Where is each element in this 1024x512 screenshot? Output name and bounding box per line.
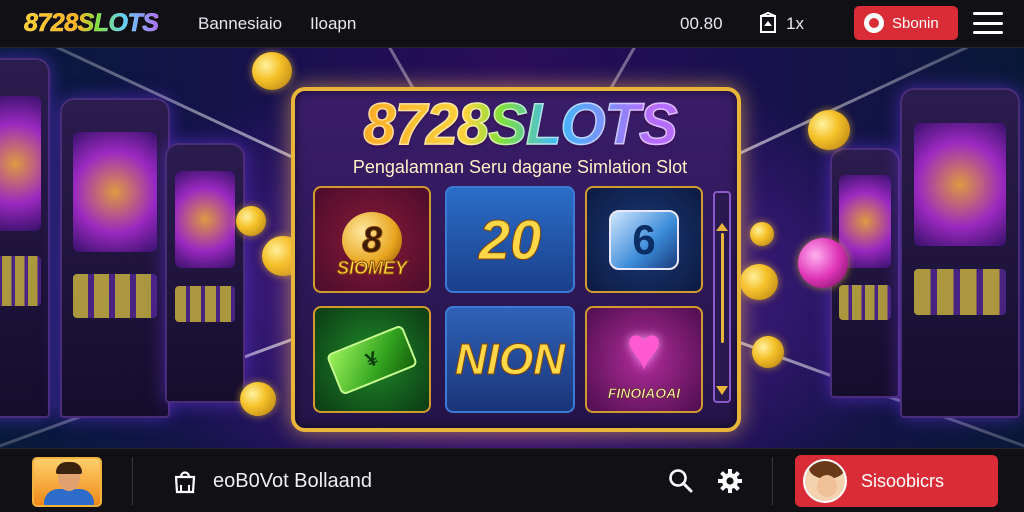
hamburger-menu-icon[interactable] xyxy=(973,12,1003,34)
top-action-label: Sbonin xyxy=(892,14,939,32)
panel-scrollbar[interactable] xyxy=(713,191,731,403)
panel-subtitle: Pengalamnan Seru dagane Simlation Slot xyxy=(352,157,688,177)
profile-avatar xyxy=(803,459,847,503)
gold-coin xyxy=(752,336,784,368)
tile-label: 20 xyxy=(478,208,542,272)
nav-link-1[interactable]: Bannesiaio xyxy=(198,14,282,34)
gear-icon[interactable] xyxy=(716,467,744,495)
gold-coin xyxy=(808,110,850,150)
gold-coin xyxy=(750,222,774,246)
heart-icon: ♥ xyxy=(626,314,662,382)
gold-coin xyxy=(236,206,266,236)
tile-label: ¥ xyxy=(325,323,419,396)
game-tile-heart[interactable]: ♥ FINOIAOAI xyxy=(585,306,703,413)
wallet-count: 1x xyxy=(786,14,804,33)
bottom-bar: eoB0Vot Bollaand Sisoobicrs xyxy=(0,448,1024,512)
shopping-bag-icon[interactable] xyxy=(172,468,198,494)
player-avatar[interactable] xyxy=(32,457,102,507)
game-tile-money-8[interactable]: 8 SIOMEY xyxy=(313,186,431,293)
gold-coin xyxy=(740,264,778,300)
top-bar: 8728SLOTS Bannesiaio Iloapn 00.80 1x Sbo… xyxy=(0,0,1024,48)
game-tile-lucky-seven[interactable]: 6 xyxy=(585,186,703,293)
divider xyxy=(772,457,773,505)
search-icon[interactable] xyxy=(667,467,695,495)
scroll-up-arrow-icon[interactable] xyxy=(716,223,728,231)
top-action-button[interactable]: Sbonin xyxy=(854,6,958,40)
nav-link-2[interactable]: Iloapn xyxy=(310,14,356,34)
tile-label: 6 xyxy=(609,209,679,270)
game-tile-green-bill[interactable]: ¥ xyxy=(313,306,431,413)
slot-machine-right-2 xyxy=(900,88,1020,418)
casino-background: 8728SLOTS Pengalamnan Seru dagane Simlat… xyxy=(0,48,1024,448)
user-badge-icon xyxy=(864,13,884,33)
tile-label: SIOMEY xyxy=(336,258,407,279)
tile-label: FINOIAOAI xyxy=(607,385,681,402)
bottom-action-label: Sisoobicrs xyxy=(861,470,945,491)
site-logo[interactable]: 8728SLOTS xyxy=(24,9,160,38)
game-tile-twenty[interactable]: 20 xyxy=(445,186,575,293)
slot-machine-left-edge xyxy=(0,58,50,418)
slot-machine-left-1 xyxy=(60,98,170,418)
gold-coin xyxy=(240,382,276,416)
divider xyxy=(132,457,133,505)
panel-title: 8728SLOTS xyxy=(335,91,705,158)
slot-machine-left-2 xyxy=(165,143,245,403)
game-tile-nion[interactable]: NION xyxy=(445,306,575,413)
tile-label: NION xyxy=(455,334,566,384)
scroll-thumb[interactable] xyxy=(721,233,724,343)
scroll-down-arrow-icon[interactable] xyxy=(716,386,728,395)
wallet-icon[interactable] xyxy=(759,12,777,34)
balance-display: 00.80 xyxy=(680,14,723,33)
game-panel: 8728SLOTS Pengalamnan Seru dagane Simlat… xyxy=(291,87,741,432)
bottom-action-button[interactable]: Sisoobicrs xyxy=(795,455,998,507)
pink-chip xyxy=(798,238,848,288)
bottom-label[interactable]: eoB0Vot Bollaand xyxy=(213,470,372,493)
gold-coin xyxy=(252,52,292,90)
